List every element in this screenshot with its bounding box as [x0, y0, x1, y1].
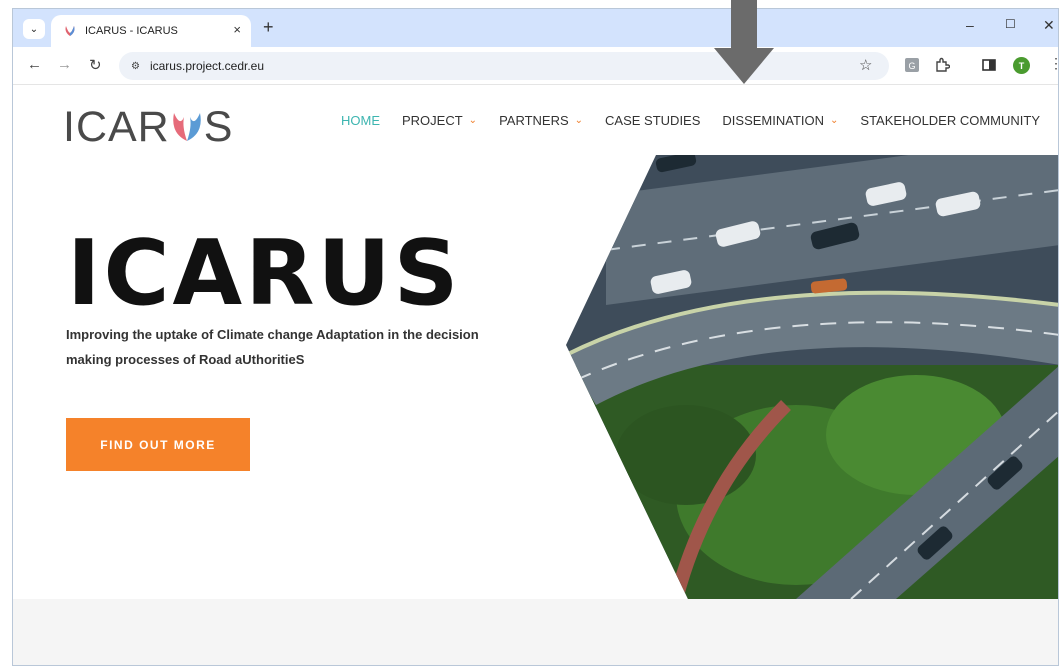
forward-icon[interactable]: → — [57, 56, 72, 73]
chevron-down-icon: ⌄ — [574, 115, 584, 126]
menu-icon[interactable]: ⋮ — [1049, 55, 1058, 72]
site-logo[interactable]: ICAR S — [63, 103, 233, 152]
minimize-button[interactable]: – — [966, 17, 974, 33]
nav-label: PARTNERS — [499, 113, 569, 128]
find-out-more-button[interactable]: FIND OUT MORE — [66, 418, 250, 471]
tab-search-button[interactable]: ⌄ — [23, 19, 45, 39]
close-window-button[interactable]: ✕ — [1043, 17, 1055, 34]
nav-project[interactable]: PROJECT ⌄ — [402, 113, 477, 128]
site-settings-icon[interactable]: ⚙ — [131, 61, 140, 72]
nav-label: DISSEMINATION — [722, 113, 825, 128]
favicon-icon — [65, 26, 75, 36]
bottom-section — [13, 599, 1058, 665]
tab-close-icon[interactable]: × — [233, 22, 241, 37]
maximize-button[interactable]: ☐ — [1005, 17, 1016, 31]
nav-dissemination[interactable]: DISSEMINATION ⌄ — [722, 113, 838, 128]
nav-label: PROJECT — [402, 113, 463, 128]
logo-wing-icon — [172, 113, 201, 141]
hero-title: ICARUS — [67, 221, 462, 326]
profile-avatar[interactable]: T — [1013, 57, 1030, 74]
chevron-down-icon: ⌄ — [830, 115, 839, 126]
web-page: ICAR S HOME PROJECT ⌄ PARTNERS ⌄ CASE STUD… — [13, 86, 1058, 665]
hero-highway-image — [566, 155, 1058, 599]
reload-icon[interactable]: ↻ — [89, 56, 102, 74]
star-icon[interactable]: ☆ — [859, 56, 872, 74]
logo-text: ICAR — [63, 103, 170, 151]
nav-stakeholder-community[interactable]: STAKEHOLDER COMMUNITY — [860, 113, 1040, 128]
chevron-down-icon: ⌄ — [29, 23, 39, 35]
svg-text:G: G — [908, 61, 915, 71]
new-tab-button[interactable]: + — [263, 17, 274, 38]
browser-tab[interactable]: ICARUS - ICARUS × — [51, 15, 251, 47]
nav-label: CASE STUDIES — [605, 113, 701, 128]
main-nav: HOME PROJECT ⌄ PARTNERS ⌄ CASE STUDIES DIS… — [341, 113, 1058, 128]
extension-g-icon[interactable]: G — [904, 57, 920, 73]
tab-title: ICARUS - ICARUS — [85, 25, 178, 37]
nav-label: STAKEHOLDER COMMUNITY — [860, 113, 1041, 128]
tab-strip: ⌄ ICARUS - ICARUS × + – ☐ ✕ — [13, 9, 1058, 47]
url-text: icarus.project.cedr.eu — [149, 59, 265, 73]
chevron-down-icon: ⌄ — [468, 115, 478, 126]
nav-partners[interactable]: PARTNERS ⌄ — [499, 113, 583, 128]
sidebar-icon[interactable] — [981, 57, 997, 73]
hero-subtitle: Improving the uptake of Climate change A… — [66, 327, 479, 367]
nav-home[interactable]: HOME — [341, 113, 380, 128]
browser-toolbar: ← → ↻ ⚙ icarus.project.cedr.eu ☆ G T ⋮ — [13, 47, 1058, 85]
extensions-icon[interactable] — [934, 57, 950, 73]
back-icon[interactable]: ← — [27, 56, 42, 73]
logo-text-end: S — [203, 103, 234, 151]
nav-case-studies[interactable]: CASE STUDIES — [605, 113, 700, 128]
nav-label: HOME — [341, 113, 380, 128]
browser-window: ⌄ ICARUS - ICARUS × + – ☐ ✕ ← → ↻ ⚙ icar… — [12, 8, 1059, 666]
pointer-arrow — [714, 0, 774, 84]
